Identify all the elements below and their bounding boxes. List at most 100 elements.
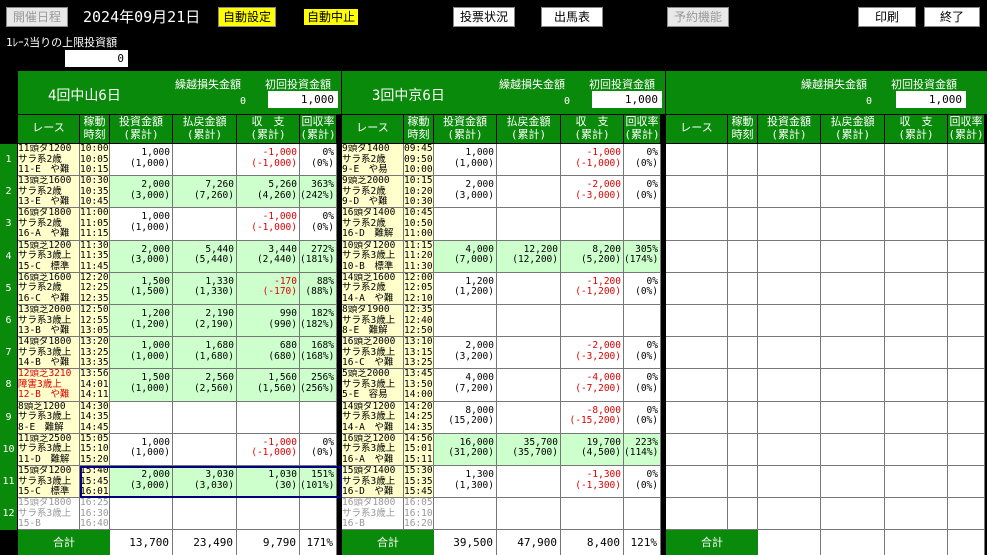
cell-race[interactable]: 12頭芝3210 障害3歳上 12-B や難: [18, 369, 80, 402]
rate-line: (0%): [635, 415, 658, 427]
first-invest-input[interactable]: 1,000: [592, 91, 662, 108]
pay-line: (1,680): [193, 350, 234, 362]
cell-race[interactable]: 9頭ダ1400 サラ系2歳 9-E や易: [342, 144, 404, 177]
cell-race[interactable]: [666, 498, 728, 531]
cell-race[interactable]: [666, 272, 728, 305]
cell-race[interactable]: 16頭ダ1800 サラ系3歳上 16-B: [342, 498, 404, 531]
cell-rate: 0% (0%): [624, 272, 661, 305]
cell-race[interactable]: [666, 433, 728, 466]
col-header-payout: 払戻金額 (累計): [173, 115, 237, 143]
col-header-invest: 投資金額 (累計): [434, 115, 497, 143]
cell-race[interactable]: [666, 466, 728, 499]
race-number: 3: [0, 208, 17, 241]
bet-limit-input[interactable]: 0: [65, 50, 128, 67]
cell-race[interactable]: 9頭芝2000 サラ系2歳 9-D や難: [342, 176, 404, 209]
cell-race[interactable]: 14頭ダ1800 サラ系3歳上 14-B や難: [18, 337, 80, 370]
cell-race[interactable]: 14頭ダ1200 サラ系3歳上 14-A や難: [342, 401, 404, 434]
cell-time: 15:40 15:45 16:01: [80, 466, 110, 499]
cell-balance: [561, 498, 624, 531]
bal-line: -1,300: [586, 469, 621, 480]
cell-payout: [821, 369, 885, 402]
cell-race[interactable]: 14頭芝1600 サラ系2歳 14-A や難: [342, 272, 404, 305]
col-header-sub: (累計): [624, 128, 660, 141]
race-line: 10-B 標準: [342, 260, 394, 272]
cell-race[interactable]: [666, 176, 728, 209]
race-line: 16-D 難解: [342, 228, 394, 240]
first-invest-input[interactable]: 1,000: [896, 91, 966, 108]
times-line: 14:45: [80, 421, 109, 433]
print-button[interactable]: 印刷: [858, 7, 916, 27]
holding-schedule-button[interactable]: 開催日程: [6, 7, 68, 27]
exit-button[interactable]: 終了: [924, 7, 980, 27]
cell-race[interactable]: 11頭芝2500 サラ系3歳上 11-D 難解: [18, 433, 80, 466]
cell-time: 13:20 13:25 13:35: [80, 337, 110, 370]
cell-payout: [497, 272, 561, 305]
cell-time: 13:56 14:01 14:11: [80, 369, 110, 402]
cell-race[interactable]: [666, 401, 728, 434]
cell-rate: 88% (88%): [300, 272, 337, 305]
cell-balance: 680 (680): [237, 337, 300, 370]
cell-race[interactable]: 16頭ダ1800 サラ系2歳 16-A や難: [18, 208, 80, 241]
cell-race[interactable]: [666, 208, 728, 241]
cell-race[interactable]: 11頭ダ1200 サラ系2歳 11-E や難: [18, 144, 80, 177]
cell-time: 16:25 16:30 16:40: [80, 498, 110, 531]
rate-line: (256%): [300, 382, 335, 394]
col-header-text: レース: [32, 121, 65, 134]
horse-table-button[interactable]: 出馬表: [541, 7, 603, 27]
cell-rate: [624, 498, 661, 531]
rate-line: (0%): [635, 189, 658, 201]
bal-line: (-3,200): [575, 350, 621, 362]
cell-race[interactable]: 16頭ダ1400 サラ系2歳 16-D 難解: [342, 208, 404, 241]
col-header-text: 回収率: [625, 115, 659, 128]
cell-race[interactable]: 15頭ダ1800 サラ系3歳上 15-B: [18, 498, 80, 531]
bet-status-button[interactable]: 投票状況: [453, 7, 515, 27]
cell-time: [728, 240, 758, 273]
cell-race[interactable]: 15頭ダ1200 サラ系3歳上 15-C 標準: [18, 466, 80, 499]
cell-time: 12:50 12:55 13:05: [80, 305, 110, 338]
times-line: 16:40: [80, 518, 109, 530]
col-header-text: 払戻金額: [506, 115, 551, 128]
cell-race[interactable]: 8頭芝1200 サラ系3歳上 8-E 難解: [18, 401, 80, 434]
times-line: 10:00: [404, 164, 433, 175]
cell-race[interactable]: 16頭芝1600 サラ系2歳 16-C や難: [18, 272, 80, 305]
col-header-text: 回収率: [949, 115, 983, 128]
cell-balance: 1,030 (30): [237, 466, 300, 499]
cell-race[interactable]: 5頭芝2000 サラ系3歳上 5-E 容易: [342, 369, 404, 402]
cell-race[interactable]: 8頭ダ1900 サラ系3歳上 8-E 難解: [342, 305, 404, 338]
cell-race[interactable]: 13頭芝2000 サラ系3歳上 13-B や難: [18, 305, 80, 338]
cell-invest: [758, 337, 821, 370]
cell-rate: [948, 144, 985, 177]
cell-balance: 990 (990): [237, 305, 300, 338]
cell-time: 14:20 14:25 14:35: [404, 401, 434, 434]
inv-line: 1,000: [141, 147, 170, 158]
auto-set-button[interactable]: 自動設定: [218, 7, 276, 27]
col-header-time: 稼動 時刻: [404, 115, 434, 143]
bal-line: -1,000: [262, 147, 297, 158]
cell-rate: [948, 466, 985, 499]
cell-race[interactable]: 16頭芝1200 サラ系3歳上 16-A や難: [342, 433, 404, 466]
cell-invest: 1,200 (1,200): [434, 272, 497, 305]
first-invest-input[interactable]: 1,000: [268, 91, 338, 108]
col-header-payout: 払戻金額 (累計): [497, 115, 561, 143]
auto-stop-button[interactable]: 自動中止: [302, 7, 360, 27]
cell-race[interactable]: [666, 369, 728, 402]
col-header-rate: 回収率 (累計): [948, 115, 985, 143]
col-header-sub: (累計): [447, 128, 483, 141]
venue-header-1: 4回中山6日 繰越損失金額 初回投資金額 0 1,000: [18, 71, 341, 114]
cell-rate: [948, 337, 985, 370]
reservation-button[interactable]: 予約機能: [667, 7, 729, 27]
cell-race[interactable]: [666, 337, 728, 370]
cell-race[interactable]: 13頭芝1600 サラ系2歳 13-E や難: [18, 176, 80, 209]
cell-race[interactable]: 15頭芝1200 サラ系3歳上 15-C 標準: [18, 240, 80, 273]
rate-line: (0%): [635, 350, 658, 362]
cell-race[interactable]: [666, 305, 728, 338]
cell-race[interactable]: 10頭ダ1200 サラ系3歳上 10-B 標準: [342, 240, 404, 273]
cell-race[interactable]: 15頭ダ1400 サラ系3歳上 16-D や難: [342, 466, 404, 499]
col-header-text: レース: [356, 121, 389, 134]
carry-loss-value: 0: [865, 96, 872, 107]
col-header-invest: 投資金額 (累計): [110, 115, 173, 143]
race-number: 1: [0, 144, 17, 177]
cell-race[interactable]: 16頭芝2000 サラ系3歳上 16-C や難: [342, 337, 404, 370]
cell-race[interactable]: [666, 144, 728, 177]
cell-race[interactable]: [666, 240, 728, 273]
